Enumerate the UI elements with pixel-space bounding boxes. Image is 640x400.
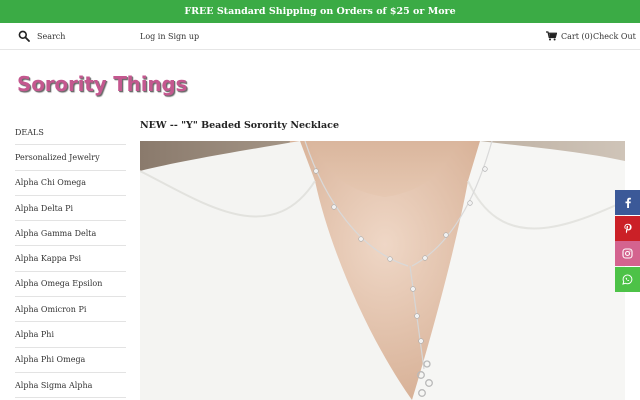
instagram-icon: [622, 248, 633, 259]
cart-label: Cart (0): [561, 31, 593, 41]
cart-link[interactable]: Cart (0): [546, 31, 593, 41]
category-sidebar: DEALS Personalized Jewelry Alpha Chi Ome…: [15, 120, 126, 399]
social-share-bar: [615, 190, 640, 292]
sidebar-item-alpha-sigma-alpha[interactable]: Alpha Sigma Alpha: [15, 373, 126, 399]
pinterest-icon: [623, 223, 632, 233]
facebook-share-button[interactable]: [615, 190, 640, 215]
sidebar-item-alpha-delta-pi[interactable]: Alpha Delta Pi: [15, 196, 126, 222]
sidebar-item-alpha-gamma-delta[interactable]: Alpha Gamma Delta: [15, 221, 126, 247]
necklace-photo: [140, 141, 625, 400]
sidebar-item-alpha-phi-omega[interactable]: Alpha Phi Omega: [15, 348, 126, 373]
login-link[interactable]: Log in: [140, 32, 166, 41]
checkout-link[interactable]: Check Out: [593, 32, 636, 41]
sidebar-item-alpha-kappa-psi[interactable]: Alpha Kappa Psi: [15, 246, 126, 272]
sidebar-item-deals[interactable]: DEALS: [15, 120, 126, 146]
site-logo[interactable]: Sorority Things: [17, 72, 187, 96]
product-title: NEW -- "Y" Beaded Sorority Necklace: [140, 120, 340, 131]
sidebar-item-alpha-omicron-pi[interactable]: Alpha Omicron Pi: [15, 297, 126, 323]
promo-text: FREE Standard Shipping on Orders of $25 …: [184, 6, 456, 17]
sidebar-item-alpha-chi-omega[interactable]: Alpha Chi Omega: [15, 171, 126, 196]
whatsapp-icon: [622, 273, 633, 285]
whatsapp-share-button[interactable]: [615, 266, 640, 292]
instagram-share-button[interactable]: [615, 241, 640, 266]
sidebar-item-personalized-jewelry[interactable]: Personalized Jewelry: [15, 145, 126, 171]
facebook-icon: [625, 197, 631, 208]
search-icon[interactable]: [18, 30, 30, 42]
search-input[interactable]: [37, 30, 127, 42]
pinterest-share-button[interactable]: [615, 215, 640, 241]
sidebar-item-alpha-omega-epsilon[interactable]: Alpha Omega Epsilon: [15, 272, 126, 298]
promo-banner: FREE Standard Shipping on Orders of $25 …: [0, 0, 640, 23]
signup-link[interactable]: Sign up: [168, 32, 199, 41]
top-nav: Log in Sign up Cart (0) Check Out: [0, 23, 640, 50]
search-form[interactable]: [18, 30, 127, 42]
sidebar-item-alpha-phi[interactable]: Alpha Phi: [15, 322, 126, 348]
cart-icon: [546, 31, 557, 41]
product-image[interactable]: [140, 141, 625, 400]
